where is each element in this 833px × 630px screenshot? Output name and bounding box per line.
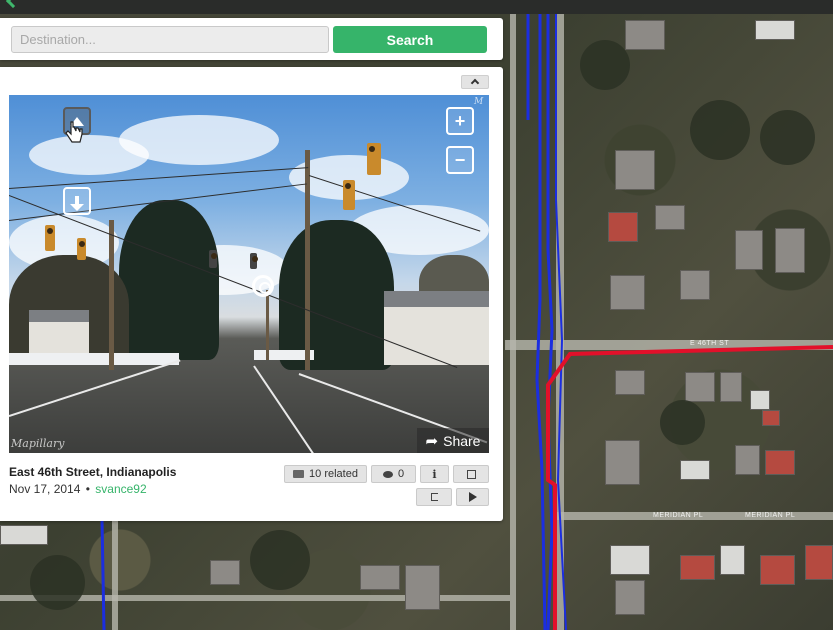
flag-button[interactable] — [416, 488, 452, 506]
comments-button[interactable]: 0 — [371, 465, 416, 483]
image-viewer-panel: + − Mapillary M ➦ Share East 46th Street… — [0, 67, 503, 521]
traffic-signal — [367, 143, 381, 175]
red-track[interactable] — [546, 345, 833, 630]
collapse-panel-button[interactable] — [461, 75, 489, 89]
roof — [29, 310, 89, 322]
play-icon — [468, 492, 477, 502]
roof — [384, 291, 489, 307]
traffic-signal — [209, 250, 217, 268]
traffic-signal — [250, 253, 258, 269]
play-button[interactable] — [456, 488, 489, 506]
edit-icon — [466, 469, 476, 479]
top-bar — [0, 0, 833, 14]
username-link[interactable]: svance92 — [95, 482, 146, 496]
zoom-out-button[interactable]: − — [446, 146, 474, 174]
flag-icon — [430, 493, 438, 501]
share-label: Share — [443, 433, 481, 449]
capture-date: Nov 17, 2014 — [9, 482, 81, 496]
share-button[interactable]: ➦ Share — [417, 428, 489, 453]
image-location-title: East 46th Street, Indianapolis — [9, 465, 177, 479]
snow — [9, 353, 179, 365]
utility-pole — [109, 220, 114, 370]
info-icon: i — [432, 467, 437, 481]
search-panel: Search — [0, 18, 503, 60]
comment-icon — [382, 470, 393, 478]
mapillary-watermark: Mapillary — [11, 437, 65, 450]
mapillary-watermark-top: M — [474, 97, 484, 107]
back-arrow-icon[interactable] — [5, 0, 21, 9]
tree — [119, 200, 219, 360]
meta-separator: • — [85, 482, 90, 496]
cloud — [119, 115, 279, 165]
related-label: 10 related — [309, 468, 358, 480]
road-marking — [9, 359, 181, 417]
traffic-signal — [77, 238, 86, 260]
search-button[interactable]: Search — [333, 26, 487, 53]
blue-track[interactable] — [555, 14, 567, 630]
image-icon — [293, 470, 305, 478]
edit-button[interactable] — [453, 465, 489, 483]
street-level-image[interactable]: + − Mapillary M ➦ Share — [9, 95, 489, 453]
blue-track[interactable] — [546, 14, 554, 630]
traffic-signal — [343, 180, 355, 210]
share-arrow-icon: ➦ — [425, 433, 439, 450]
blue-track[interactable] — [100, 519, 106, 630]
panorama-marker-icon[interactable] — [252, 275, 274, 297]
traffic-signal — [45, 225, 55, 251]
step-backward-button[interactable] — [63, 187, 91, 215]
house — [384, 305, 489, 365]
arrow-down-icon — [70, 196, 84, 211]
chevron-up-icon — [470, 78, 480, 88]
zoom-in-button[interactable]: + — [446, 107, 474, 135]
tree — [279, 220, 394, 370]
info-button[interactable]: i — [420, 465, 449, 483]
destination-search-input[interactable] — [11, 26, 329, 53]
blue-track[interactable] — [535, 14, 547, 630]
comments-count: 0 — [397, 468, 405, 480]
image-meta: Nov 17, 2014 • svance92 — [9, 482, 147, 496]
related-images-button[interactable]: 10 related — [284, 465, 367, 483]
hand-cursor-icon — [65, 121, 83, 143]
utility-pole — [266, 290, 269, 360]
